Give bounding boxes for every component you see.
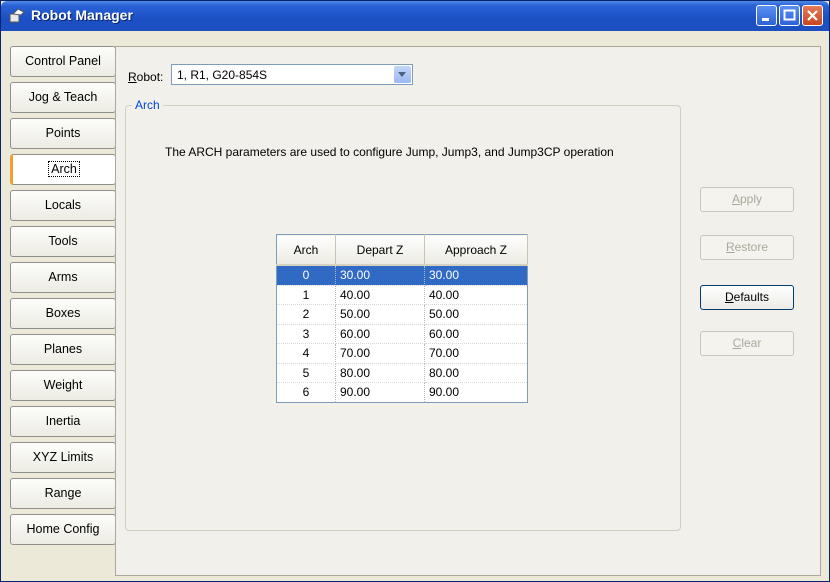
tab-label: Home Config xyxy=(26,522,100,536)
tab-label: XYZ Limits xyxy=(32,450,94,464)
tab-arms[interactable]: Arms xyxy=(10,262,116,293)
tab-label: Planes xyxy=(43,342,83,356)
tab-label: Boxes xyxy=(45,306,81,320)
table-cell[interactable]: 4 xyxy=(276,343,336,364)
robot-select[interactable]: 1, R1, G20-854S xyxy=(171,64,413,85)
minimize-icon xyxy=(762,18,769,21)
table-cell[interactable]: 90.00 xyxy=(335,382,425,403)
table-cell[interactable]: 60.00 xyxy=(335,324,425,344)
table-cell[interactable]: 3 xyxy=(276,324,336,344)
table-cell[interactable]: 5 xyxy=(276,363,336,383)
tab-boxes[interactable]: Boxes xyxy=(10,298,116,329)
column-header[interactable]: Depart Z xyxy=(335,234,425,266)
table-row[interactable]: 1 40.00 40.00 xyxy=(276,285,528,305)
table-cell[interactable]: 70.00 xyxy=(335,343,425,364)
table-row[interactable]: 2 50.00 50.00 xyxy=(276,304,528,325)
tab-control-panel[interactable]: Control Panel xyxy=(10,46,116,77)
minimize-button[interactable] xyxy=(756,5,777,26)
table-cell[interactable]: 60.00 xyxy=(424,324,528,344)
clear-button[interactable]: Clear xyxy=(700,331,794,356)
tab-weight[interactable]: Weight xyxy=(10,370,116,401)
column-header[interactable]: Approach Z xyxy=(424,234,528,266)
close-icon xyxy=(807,10,818,21)
tab-planes[interactable]: Planes xyxy=(10,334,116,365)
tab-points[interactable]: Points xyxy=(10,118,116,149)
robot-label: Robot: xyxy=(128,70,164,84)
arch-table: Arch Depart Z Approach Z 0 30.00 30.00 1 40.00… xyxy=(276,234,528,403)
tab-label: Control Panel xyxy=(25,54,101,68)
table-row[interactable]: 0 30.00 30.00 xyxy=(276,265,528,286)
table-cell[interactable]: 0 xyxy=(276,265,336,286)
tab-label: Jog & Teach xyxy=(28,90,98,104)
robot-select-value: 1, R1, G20-854S xyxy=(177,68,268,82)
apply-button[interactable]: Apply xyxy=(700,187,794,212)
tab-home-config[interactable]: Home Config xyxy=(10,514,116,545)
table-row[interactable]: 6 90.00 90.00 xyxy=(276,382,528,403)
window-title: Robot Manager xyxy=(31,7,133,23)
restore-button[interactable]: Restore xyxy=(700,235,794,260)
table-cell[interactable]: 1 xyxy=(276,285,336,305)
table-cell[interactable]: 2 xyxy=(276,304,336,325)
tab-label: Points xyxy=(45,126,81,140)
table-row[interactable]: 5 80.00 80.00 xyxy=(276,363,528,383)
tab-jog-teach[interactable]: Jog & Teach xyxy=(10,82,116,113)
groupbox-title: Arch xyxy=(132,98,163,112)
tab-label: Tools xyxy=(48,234,78,248)
tab-range[interactable]: Range xyxy=(10,478,116,509)
tab-locals[interactable]: Locals xyxy=(10,190,116,221)
close-button[interactable] xyxy=(802,5,823,26)
tab-label: Arch xyxy=(48,161,80,177)
table-cell[interactable]: 6 xyxy=(276,382,336,403)
tab-label: Inertia xyxy=(45,414,81,428)
arch-description: The ARCH parameters are used to configur… xyxy=(165,145,614,159)
table-cell[interactable]: 30.00 xyxy=(335,265,425,286)
tab-label: Arms xyxy=(48,270,78,284)
table-cell[interactable]: 40.00 xyxy=(335,285,425,305)
table-cell[interactable]: 50.00 xyxy=(335,304,425,325)
maximize-button[interactable] xyxy=(779,5,800,26)
chevron-down-icon[interactable] xyxy=(394,66,411,83)
table-cell[interactable]: 70.00 xyxy=(424,343,528,364)
robot-manager-window: Robot Manager Control Panel Jog & Teach Po… xyxy=(0,0,830,582)
tab-label: Weight xyxy=(43,378,83,392)
table-header-row: Arch Depart Z Approach Z xyxy=(276,234,528,266)
title-bar[interactable]: Robot Manager xyxy=(1,1,829,31)
tab-label: Locals xyxy=(44,198,82,212)
table-row[interactable]: 3 60.00 60.00 xyxy=(276,324,528,344)
table-cell[interactable]: 80.00 xyxy=(335,363,425,383)
table-row[interactable]: 4 70.00 70.00 xyxy=(276,343,528,364)
table-cell[interactable]: 40.00 xyxy=(424,285,528,305)
column-header[interactable]: Arch xyxy=(276,234,336,266)
table-cell[interactable]: 50.00 xyxy=(424,304,528,325)
tab-label: Range xyxy=(44,486,82,500)
defaults-button[interactable]: Defaults xyxy=(700,285,794,310)
tab-xyz-limits[interactable]: XYZ Limits xyxy=(10,442,116,473)
table-cell[interactable]: 30.00 xyxy=(424,265,528,286)
table-cell[interactable]: 80.00 xyxy=(424,363,528,383)
robot-app-icon xyxy=(9,8,25,23)
table-cell[interactable]: 90.00 xyxy=(424,382,528,403)
maximize-icon xyxy=(783,9,796,21)
tab-inertia[interactable]: Inertia xyxy=(10,406,116,437)
tab-arch[interactable]: Arch xyxy=(10,154,116,185)
tab-tools[interactable]: Tools xyxy=(10,226,116,257)
